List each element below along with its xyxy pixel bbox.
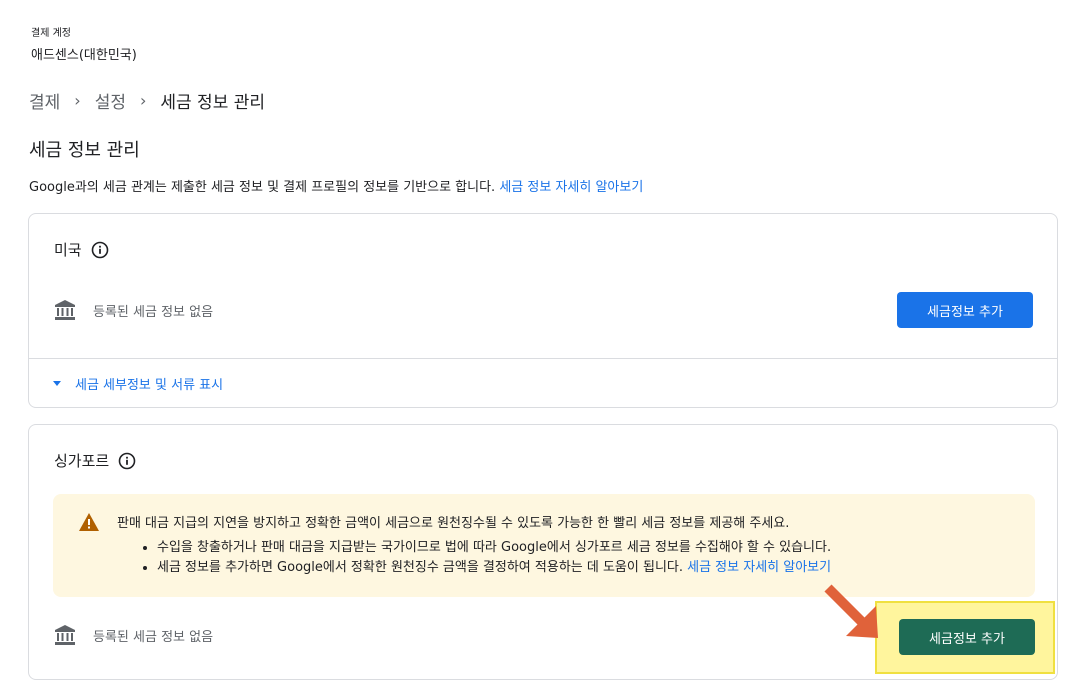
tax-warning-banner: 판매 대금 지급의 지연을 방지하고 정확한 금액이 세금으로 원천징수될 수 …	[53, 494, 1035, 597]
breadcrumb-settings[interactable]: 설정	[95, 88, 126, 113]
no-tax-info-row: 등록된 세금 정보 없음	[53, 623, 213, 647]
info-icon[interactable]	[91, 241, 109, 259]
country-title-singapore: 싱가포르	[54, 450, 136, 471]
info-icon[interactable]	[118, 452, 136, 470]
warning-bullet-list: 수입을 창출하거나 판매 대금을 지급받는 국가이므로 법에 따라 Google…	[139, 538, 831, 578]
bank-icon	[55, 625, 75, 645]
no-tax-info-text: 등록된 세금 정보 없음	[93, 304, 214, 320]
add-tax-info-button-singapore[interactable]: 세금정보 추가	[899, 619, 1035, 655]
warning-learn-more-link[interactable]: 세금 정보 자세히 알아보기	[687, 560, 831, 575]
tax-info-page: 결제 계정 애드센스(대한민국) 결제 › 설정 › 세금 정보 관리 세금 정…	[0, 0, 1079, 700]
page-description: Google과의 세금 관계는 제출한 세금 정보 및 결제 프로필의 정보를 …	[29, 176, 643, 195]
warning-bullet: 수입을 창출하거나 판매 대금을 지급받는 국가이므로 법에 따라 Google…	[157, 538, 831, 558]
country-title-us: 미국	[54, 239, 109, 260]
country-name: 미국	[54, 241, 82, 259]
billing-account-name: 애드센스(대한민국)	[31, 48, 137, 63]
country-name: 싱가포르	[54, 452, 110, 470]
learn-more-link[interactable]: 세금 정보 자세히 알아보기	[499, 180, 643, 195]
warning-bullet: 세금 정보를 추가하면 Google에서 정확한 원천징수 금액을 결정하여 적…	[157, 558, 831, 578]
caret-down-icon	[53, 381, 61, 386]
billing-account-label: 결제 계정	[31, 28, 71, 39]
show-tax-details-label: 세금 세부정보 및 서류 표시	[75, 378, 224, 393]
breadcrumb-current: 세금 정보 관리	[160, 93, 266, 113]
us-tax-card: 미국 등록된 세금 정보 없음 세금정보 추가 세금 세부정보 및 서류 표시	[28, 213, 1058, 408]
no-tax-info-text: 등록된 세금 정보 없음	[93, 629, 214, 645]
breadcrumb-payments[interactable]: 결제	[29, 88, 60, 113]
pointer-arrow-icon	[824, 584, 878, 638]
description-text: Google과의 세금 관계는 제출한 세금 정보 및 결제 프로필의 정보를 …	[29, 180, 500, 195]
warning-main-text: 판매 대금 지급의 지연을 방지하고 정확한 금액이 세금으로 원천징수될 수 …	[117, 516, 790, 531]
bank-icon	[55, 300, 75, 320]
breadcrumb-chevron-icon: ›	[74, 91, 81, 110]
show-tax-details-link[interactable]: 세금 세부정보 및 서류 표시	[53, 374, 223, 393]
breadcrumb: 결제 › 설정 › 세금 정보 관리	[29, 88, 265, 113]
warning-bullet-text: 세금 정보를 추가하면 Google에서 정확한 원천징수 금액을 결정하여 적…	[157, 560, 688, 575]
add-tax-info-button[interactable]: 세금정보 추가	[897, 292, 1033, 328]
divider	[29, 358, 1057, 359]
no-tax-info-row: 등록된 세금 정보 없음	[53, 298, 213, 322]
warning-icon	[79, 513, 99, 531]
breadcrumb-chevron-icon: ›	[139, 91, 147, 110]
page-title: 세금 정보 관리	[29, 140, 140, 161]
